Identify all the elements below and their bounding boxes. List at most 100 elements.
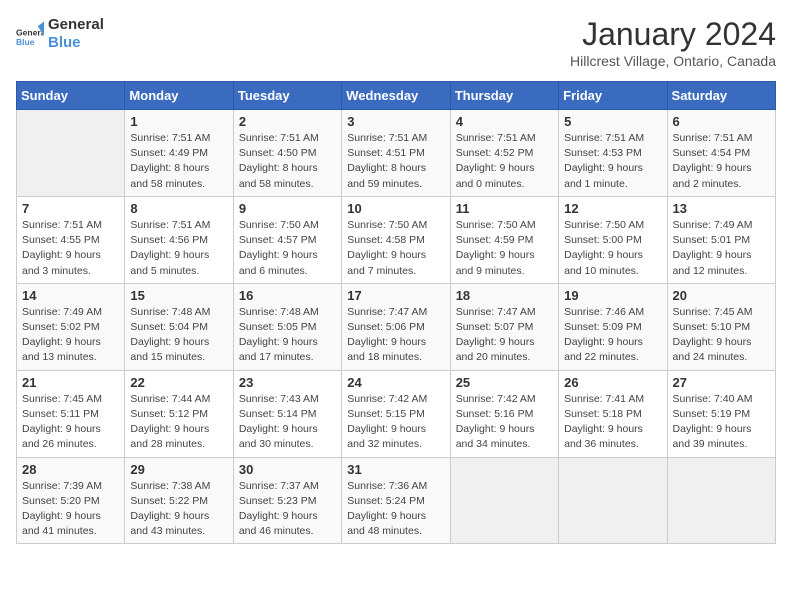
day-cell: 23Sunrise: 7:43 AM Sunset: 5:14 PM Dayli… [233, 370, 341, 457]
day-info: Sunrise: 7:50 AM Sunset: 5:00 PM Dayligh… [564, 218, 661, 279]
day-info: Sunrise: 7:37 AM Sunset: 5:23 PM Dayligh… [239, 479, 336, 540]
day-cell: 21Sunrise: 7:45 AM Sunset: 5:11 PM Dayli… [17, 370, 125, 457]
day-cell: 9 Sunrise: 7:50 AM Sunset: 4:57 PM Daylig… [233, 196, 341, 283]
day-number: 2 [239, 114, 336, 129]
day-cell: 3 Sunrise: 7:51 AM Sunset: 4:51 PM Daylig… [342, 110, 450, 197]
day-number: 21 [22, 375, 119, 390]
day-number: 4 [456, 114, 553, 129]
day-info: Sunrise: 7:36 AM Sunset: 5:24 PM Dayligh… [347, 479, 444, 540]
day-info: Sunrise: 7:50 AM Sunset: 4:59 PM Dayligh… [456, 218, 553, 279]
page-header: General Blue General Blue January 2024 H… [16, 16, 776, 69]
day-cell: 2Sunrise: 7:51 AM Sunset: 4:50 PM Daylig… [233, 110, 341, 197]
day-info: Sunrise: 7:46 AM Sunset: 5:09 PM Dayligh… [564, 305, 661, 366]
day-info: Sunrise: 7:51 AM Sunset: 4:49 PM Dayligh… [130, 131, 227, 192]
day-info: Sunrise: 7:49 AM Sunset: 5:02 PM Dayligh… [22, 305, 119, 366]
calendar-header: SundayMondayTuesdayWednesdayThursdayFrid… [17, 82, 776, 110]
day-cell [559, 457, 667, 544]
day-number: 29 [130, 462, 227, 477]
day-info: Sunrise: 7:51 AM Sunset: 4:55 PM Dayligh… [22, 218, 119, 279]
day-info: Sunrise: 7:51 AM Sunset: 4:53 PM Dayligh… [564, 131, 661, 192]
day-cell: 18 Sunrise: 7:47 AM Sunset: 5:07 PM Dayli… [450, 283, 558, 370]
day-cell: 1 Sunrise: 7:51 AM Sunset: 4:49 PM Daylig… [125, 110, 233, 197]
day-cell: 29 Sunrise: 7:38 AM Sunset: 5:22 PM Dayli… [125, 457, 233, 544]
header-cell-saturday: Saturday [667, 82, 775, 110]
day-number: 3 [347, 114, 444, 129]
header-row: SundayMondayTuesdayWednesdayThursdayFrid… [17, 82, 776, 110]
day-number: 15 [130, 288, 227, 303]
day-number: 10 [347, 201, 444, 216]
day-cell [17, 110, 125, 197]
day-number: 5 [564, 114, 661, 129]
day-cell: 26Sunrise: 7:41 AM Sunset: 5:18 PM Dayli… [559, 370, 667, 457]
day-number: 6 [673, 114, 770, 129]
day-number: 14 [22, 288, 119, 303]
calendar-body: 1 Sunrise: 7:51 AM Sunset: 4:49 PM Daylig… [17, 110, 776, 544]
logo-text-line1: General [48, 16, 104, 34]
day-cell: 14 Sunrise: 7:49 AM Sunset: 5:02 PM Dayli… [17, 283, 125, 370]
day-cell: 5 Sunrise: 7:51 AM Sunset: 4:53 PM Daylig… [559, 110, 667, 197]
day-info: Sunrise: 7:50 AM Sunset: 4:58 PM Dayligh… [347, 218, 444, 279]
day-number: 19 [564, 288, 661, 303]
day-info: Sunrise: 7:42 AM Sunset: 5:16 PM Dayligh… [456, 392, 553, 453]
day-cell: 20Sunrise: 7:45 AM Sunset: 5:10 PM Dayli… [667, 283, 775, 370]
day-info: Sunrise: 7:51 AM Sunset: 4:56 PM Dayligh… [130, 218, 227, 279]
day-info: Sunrise: 7:43 AM Sunset: 5:14 PM Dayligh… [239, 392, 336, 453]
day-number: 16 [239, 288, 336, 303]
day-cell: 17 Sunrise: 7:47 AM Sunset: 5:06 PM Dayli… [342, 283, 450, 370]
logo-icon: General Blue [16, 20, 44, 48]
month-title: January 2024 [570, 16, 776, 53]
day-info: Sunrise: 7:47 AM Sunset: 5:07 PM Dayligh… [456, 305, 553, 366]
day-cell: 15 Sunrise: 7:48 AM Sunset: 5:04 PM Dayli… [125, 283, 233, 370]
day-cell: 22Sunrise: 7:44 AM Sunset: 5:12 PM Dayli… [125, 370, 233, 457]
day-cell: 8 Sunrise: 7:51 AM Sunset: 4:56 PM Daylig… [125, 196, 233, 283]
calendar-table: SundayMondayTuesdayWednesdayThursdayFrid… [16, 81, 776, 544]
day-cell: 10 Sunrise: 7:50 AM Sunset: 4:58 PM Dayli… [342, 196, 450, 283]
day-cell: 28Sunrise: 7:39 AM Sunset: 5:20 PM Dayli… [17, 457, 125, 544]
day-cell: 24Sunrise: 7:42 AM Sunset: 5:15 PM Dayli… [342, 370, 450, 457]
day-cell [450, 457, 558, 544]
day-cell: 6 Sunrise: 7:51 AM Sunset: 4:54 PM Daylig… [667, 110, 775, 197]
day-number: 30 [239, 462, 336, 477]
day-number: 18 [456, 288, 553, 303]
day-info: Sunrise: 7:39 AM Sunset: 5:20 PM Dayligh… [22, 479, 119, 540]
logo: General Blue General Blue [16, 16, 104, 52]
day-info: Sunrise: 7:51 AM Sunset: 4:54 PM Dayligh… [673, 131, 770, 192]
week-row-5: 28Sunrise: 7:39 AM Sunset: 5:20 PM Dayli… [17, 457, 776, 544]
day-cell: 31 Sunrise: 7:36 AM Sunset: 5:24 PM Dayli… [342, 457, 450, 544]
location-subtitle: Hillcrest Village, Ontario, Canada [570, 53, 776, 69]
day-number: 7 [22, 201, 119, 216]
day-number: 8 [130, 201, 227, 216]
day-cell: 11Sunrise: 7:50 AM Sunset: 4:59 PM Dayli… [450, 196, 558, 283]
day-number: 17 [347, 288, 444, 303]
day-info: Sunrise: 7:47 AM Sunset: 5:06 PM Dayligh… [347, 305, 444, 366]
title-block: January 2024 Hillcrest Village, Ontario,… [570, 16, 776, 69]
day-cell: 16Sunrise: 7:48 AM Sunset: 5:05 PM Dayli… [233, 283, 341, 370]
header-cell-thursday: Thursday [450, 82, 558, 110]
day-info: Sunrise: 7:50 AM Sunset: 4:57 PM Dayligh… [239, 218, 336, 279]
day-number: 1 [130, 114, 227, 129]
header-cell-tuesday: Tuesday [233, 82, 341, 110]
day-number: 31 [347, 462, 444, 477]
week-row-3: 14 Sunrise: 7:49 AM Sunset: 5:02 PM Dayli… [17, 283, 776, 370]
day-info: Sunrise: 7:44 AM Sunset: 5:12 PM Dayligh… [130, 392, 227, 453]
day-cell [667, 457, 775, 544]
day-number: 13 [673, 201, 770, 216]
day-cell: 4 Sunrise: 7:51 AM Sunset: 4:52 PM Daylig… [450, 110, 558, 197]
day-info: Sunrise: 7:48 AM Sunset: 5:04 PM Dayligh… [130, 305, 227, 366]
week-row-1: 1 Sunrise: 7:51 AM Sunset: 4:49 PM Daylig… [17, 110, 776, 197]
day-cell: 12 Sunrise: 7:50 AM Sunset: 5:00 PM Dayli… [559, 196, 667, 283]
day-info: Sunrise: 7:49 AM Sunset: 5:01 PM Dayligh… [673, 218, 770, 279]
header-cell-friday: Friday [559, 82, 667, 110]
day-info: Sunrise: 7:42 AM Sunset: 5:15 PM Dayligh… [347, 392, 444, 453]
week-row-2: 7 Sunrise: 7:51 AM Sunset: 4:55 PM Daylig… [17, 196, 776, 283]
day-number: 25 [456, 375, 553, 390]
day-info: Sunrise: 7:51 AM Sunset: 4:51 PM Dayligh… [347, 131, 444, 192]
day-number: 26 [564, 375, 661, 390]
day-number: 12 [564, 201, 661, 216]
day-info: Sunrise: 7:38 AM Sunset: 5:22 PM Dayligh… [130, 479, 227, 540]
header-cell-sunday: Sunday [17, 82, 125, 110]
svg-text:Blue: Blue [16, 37, 35, 47]
day-cell: 7 Sunrise: 7:51 AM Sunset: 4:55 PM Daylig… [17, 196, 125, 283]
day-info: Sunrise: 7:51 AM Sunset: 4:52 PM Dayligh… [456, 131, 553, 192]
day-number: 9 [239, 201, 336, 216]
